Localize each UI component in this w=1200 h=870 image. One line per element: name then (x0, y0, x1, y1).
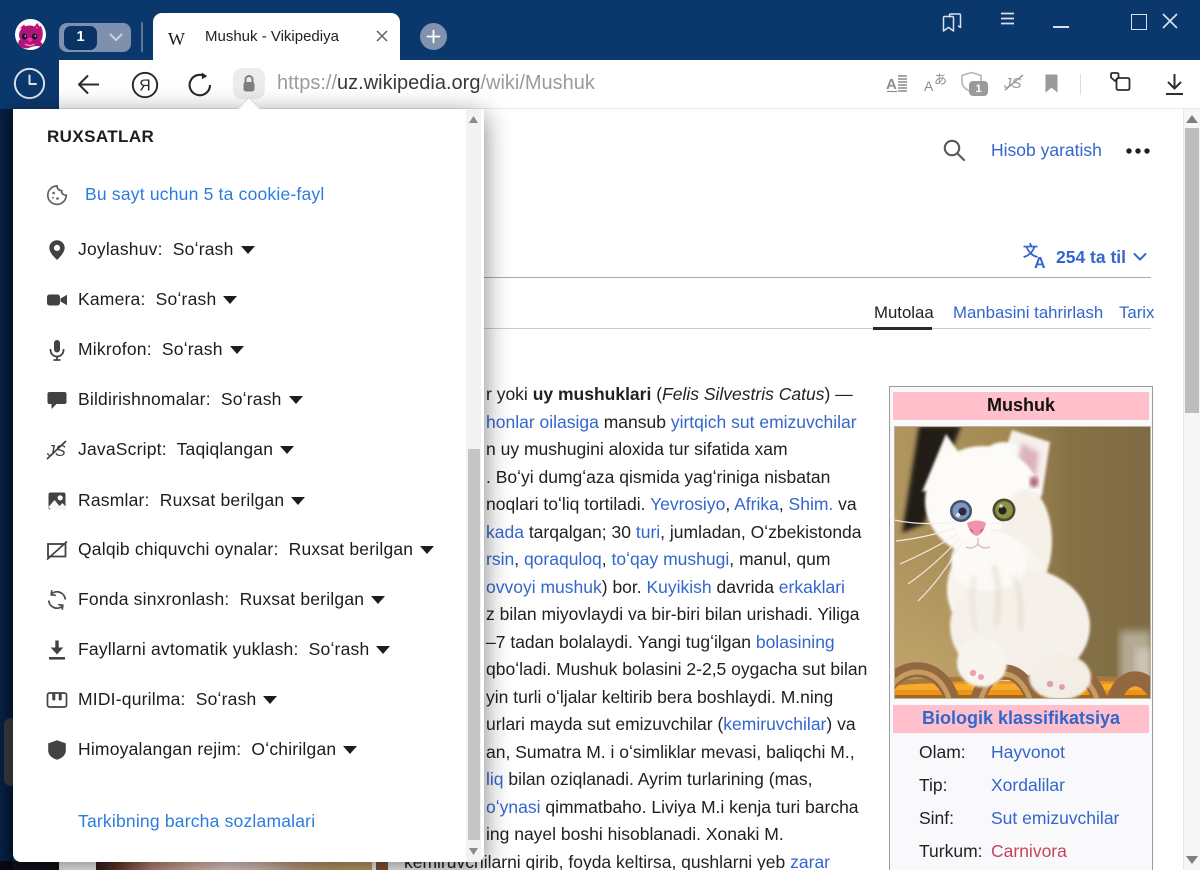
svg-text:A: A (1034, 255, 1046, 269)
svg-text:A: A (924, 78, 934, 93)
svg-text:R: R (139, 78, 151, 95)
svg-text:あ: あ (934, 72, 947, 87)
svg-text:A: A (886, 76, 897, 93)
